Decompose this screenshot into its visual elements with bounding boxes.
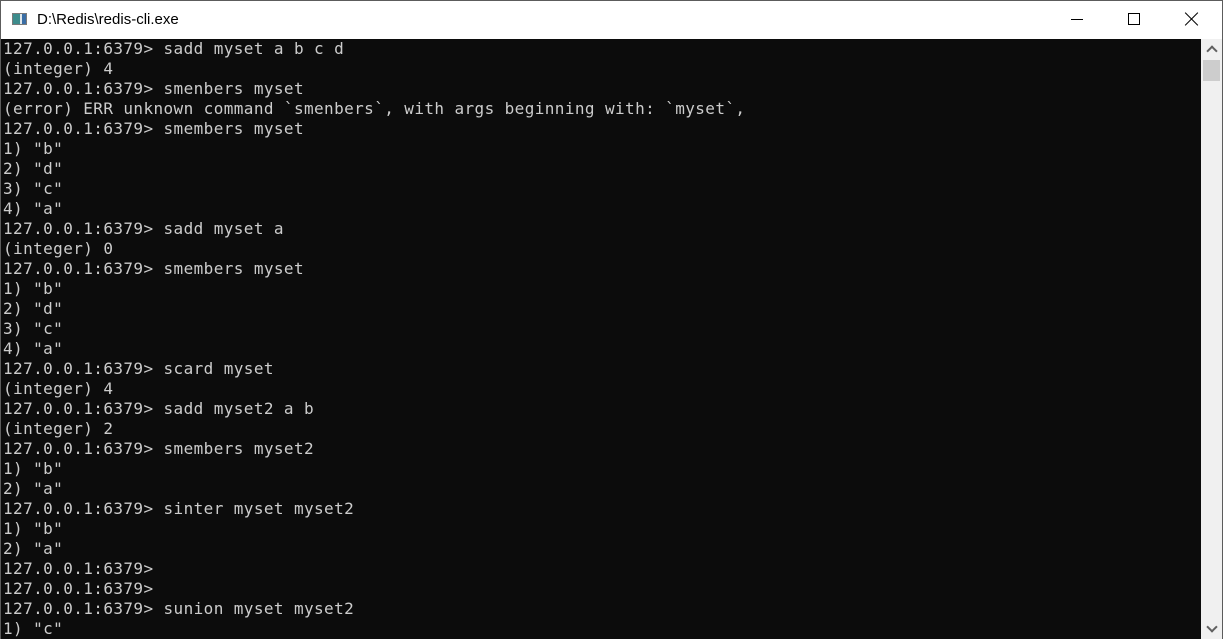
console-line: 127.0.0.1:6379> smembers myset2 bbox=[3, 439, 315, 458]
console-line: 2) "d" bbox=[3, 299, 64, 318]
minimize-button[interactable] bbox=[1048, 1, 1106, 39]
console-line: 1) "b" bbox=[3, 139, 64, 158]
minimize-icon bbox=[1071, 19, 1083, 20]
close-icon bbox=[1185, 12, 1199, 26]
console-line: 3) "c" bbox=[3, 179, 64, 198]
console-app-icon bbox=[12, 13, 27, 25]
console-line: 127.0.0.1:6379> sadd myset2 a b bbox=[3, 399, 315, 418]
console-line: 127.0.0.1:6379> sunion myset myset2 bbox=[3, 599, 355, 618]
scroll-up-button[interactable] bbox=[1201, 39, 1222, 59]
console-line: 4) "a" bbox=[3, 199, 64, 218]
console-line: 127.0.0.1:6379> smembers myset bbox=[3, 259, 304, 278]
vertical-scrollbar[interactable] bbox=[1201, 39, 1222, 639]
console-line: 2) "a" bbox=[3, 539, 64, 558]
console-line: 127.0.0.1:6379> sinter myset myset2 bbox=[3, 499, 355, 518]
console-output[interactable]: 127.0.0.1:6379> sadd myset a b c d (integ… bbox=[1, 39, 1201, 639]
console-line: (integer) 4 bbox=[3, 59, 114, 78]
console-line: 127.0.0.1:6379> scard myset bbox=[3, 359, 274, 378]
console-line: 2) "d" bbox=[3, 159, 64, 178]
console-line: (integer) 0 bbox=[3, 239, 114, 258]
console-line: 1) "b" bbox=[3, 459, 64, 478]
title-bar[interactable]: D:\Redis\redis-cli.exe bbox=[1, 1, 1222, 39]
console-line: 127.0.0.1:6379> smembers myset bbox=[3, 119, 304, 138]
console-line: (integer) 2 bbox=[3, 419, 114, 438]
window-title: D:\Redis\redis-cli.exe bbox=[37, 11, 179, 28]
console-line: 127.0.0.1:6379> sadd myset a b c d bbox=[3, 39, 345, 58]
maximize-icon bbox=[1128, 13, 1140, 25]
console-line: 127.0.0.1:6379> bbox=[3, 559, 154, 578]
scroll-down-button[interactable] bbox=[1201, 619, 1222, 639]
console-line: (error) ERR unknown command `smenbers`, … bbox=[3, 99, 746, 118]
console-line: 2) "a" bbox=[3, 479, 64, 498]
console-line: 3) "c" bbox=[3, 319, 64, 338]
console-window: D:\Redis\redis-cli.exe 127.0.0.1:6379> s… bbox=[0, 0, 1223, 639]
console-line: 1) "b" bbox=[3, 519, 64, 538]
console-line: 1) "c" bbox=[3, 619, 64, 638]
console-line: 127.0.0.1:6379> sadd myset a bbox=[3, 219, 284, 238]
console-line: 1) "b" bbox=[3, 279, 64, 298]
close-button[interactable] bbox=[1163, 1, 1221, 39]
maximize-button[interactable] bbox=[1105, 1, 1163, 39]
console-line: 127.0.0.1:6379> bbox=[3, 579, 154, 598]
console-line: (integer) 4 bbox=[3, 379, 114, 398]
console-line: 4) "a" bbox=[3, 339, 64, 358]
scroll-thumb[interactable] bbox=[1203, 60, 1220, 81]
console-line: 127.0.0.1:6379> smenbers myset bbox=[3, 79, 304, 98]
